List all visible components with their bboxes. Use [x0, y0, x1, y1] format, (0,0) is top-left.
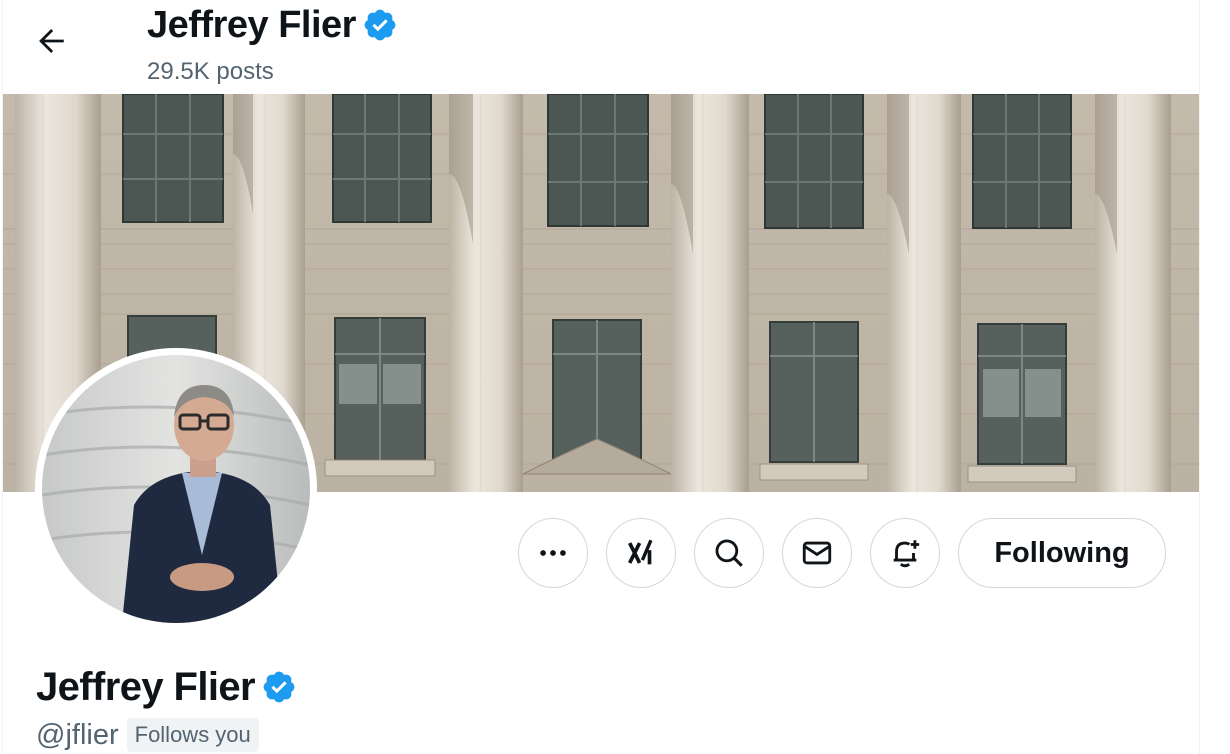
- notify-button[interactable]: [870, 518, 940, 588]
- user-handle: @jflier: [36, 719, 119, 751]
- message-button[interactable]: [782, 518, 852, 588]
- verified-badge-icon[interactable]: [362, 7, 398, 43]
- verified-badge-icon[interactable]: [261, 669, 297, 705]
- follows-you-badge: Follows you: [126, 718, 259, 752]
- header-title: Jeffrey Flier: [147, 2, 398, 48]
- grok-button[interactable]: [606, 518, 676, 588]
- envelope-icon: [802, 541, 832, 565]
- header-name: Jeffrey Flier: [147, 4, 356, 46]
- more-horizontal-icon: [540, 550, 566, 556]
- following-button[interactable]: Following: [958, 518, 1166, 588]
- more-button[interactable]: [518, 518, 588, 588]
- grok-icon: [628, 539, 653, 565]
- back-button[interactable]: [24, 14, 78, 68]
- arrow-left-icon: [39, 28, 64, 54]
- profile-photo: [42, 355, 310, 623]
- posts-count: 29.5K posts: [147, 58, 274, 85]
- search-icon: [715, 539, 743, 567]
- bell-plus-icon: [893, 540, 920, 568]
- avatar[interactable]: [35, 348, 317, 630]
- profile-display-name: Jeffrey Flier: [36, 665, 256, 709]
- handle-row: @jflier Follows you: [36, 716, 259, 754]
- search-button[interactable]: [694, 518, 764, 588]
- profile-name: Jeffrey Flier: [36, 662, 297, 712]
